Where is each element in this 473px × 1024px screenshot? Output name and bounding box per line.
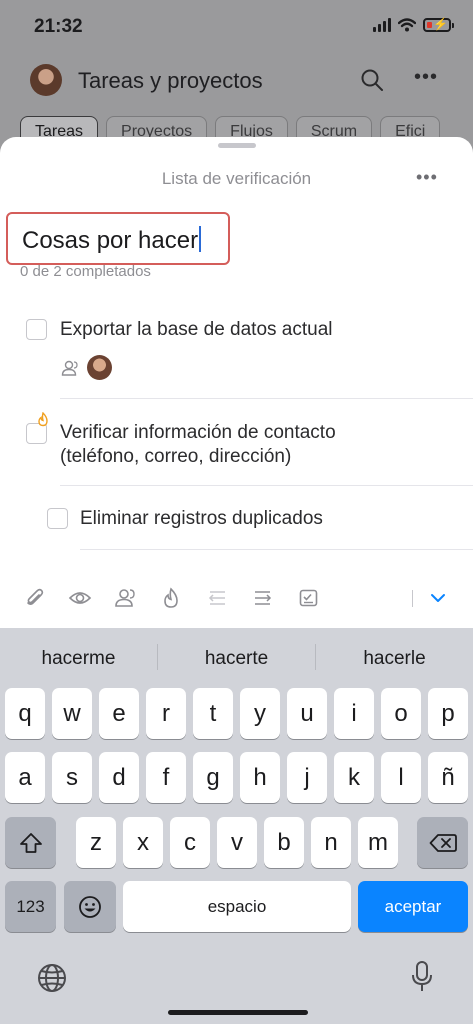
suggestion-1[interactable]: hacerme — [0, 648, 157, 670]
item-checkbox[interactable] — [26, 319, 47, 340]
status-time: 21:32 — [34, 16, 83, 37]
battery-low-charging-icon: ⚡ — [423, 17, 454, 32]
checklist-edit-icon[interactable] — [298, 587, 320, 609]
key-e[interactable]: e — [99, 688, 139, 739]
key-u[interactable]: u — [287, 688, 327, 739]
avatar — [87, 355, 112, 380]
text-caret — [199, 226, 202, 252]
key-t[interactable]: t — [193, 688, 233, 739]
key-s[interactable]: s — [52, 752, 92, 803]
avatar[interactable] — [30, 64, 62, 96]
key-k[interactable]: k — [334, 752, 374, 803]
key-c[interactable]: c — [170, 817, 210, 868]
key-a[interactable]: a — [5, 752, 45, 803]
item-text-line1: Verificar información de contacto — [60, 422, 336, 443]
key-o[interactable]: o — [381, 688, 421, 739]
checklist-sheet: Lista de verificación ••• Cosas por hace… — [0, 137, 473, 637]
toolbar-separator — [412, 590, 413, 607]
outdent-icon[interactable] — [206, 587, 228, 609]
shift-key[interactable] — [5, 817, 56, 868]
emoji-key[interactable] — [64, 881, 116, 932]
key-y[interactable]: y — [240, 688, 280, 739]
globe-icon[interactable] — [36, 962, 68, 994]
key-f[interactable]: f — [146, 752, 186, 803]
key-w[interactable]: w — [52, 688, 92, 739]
page-title: Tareas y proyectos — [78, 68, 263, 93]
status-bar: 21:32 ⚡ — [0, 0, 473, 56]
microphone-icon[interactable] — [411, 960, 433, 994]
key-m[interactable]: m — [358, 817, 398, 868]
wifi-icon — [398, 18, 416, 32]
status-icons: ⚡ — [373, 17, 454, 32]
key-v[interactable]: v — [217, 817, 257, 868]
divider — [60, 398, 473, 399]
suggestion-3[interactable]: hacerle — [316, 648, 473, 670]
item-checkbox[interactable] — [47, 508, 68, 529]
item-toolbar — [0, 583, 473, 615]
space-key[interactable]: espacio — [123, 881, 351, 932]
key-q[interactable]: q — [5, 688, 45, 739]
key-l[interactable]: l — [381, 752, 421, 803]
more-options-icon[interactable]: ••• — [416, 167, 438, 188]
emoji-icon — [79, 895, 101, 918]
home-indicator[interactable] — [168, 1010, 308, 1015]
sheet-title: Lista de verificación — [161, 169, 312, 188]
key-g[interactable]: g — [193, 752, 233, 803]
key-z[interactable]: z — [76, 817, 116, 868]
key-x[interactable]: x — [123, 817, 163, 868]
key-i[interactable]: i — [334, 688, 374, 739]
backspace-icon — [429, 833, 457, 852]
people-icon — [61, 360, 78, 376]
flame-icon — [38, 412, 48, 427]
checklist-item-text[interactable]: Exportar la base de datos actual — [60, 318, 333, 342]
checklist-title-input[interactable]: Cosas por hacer — [6, 212, 230, 265]
item-text-line2: (teléfono, correo, dirección) — [60, 446, 292, 467]
keyboard: hacerme hacerte hacerle q w e r t y u i … — [0, 628, 473, 1024]
item-assignees[interactable] — [61, 355, 112, 380]
suggestion-2[interactable]: hacerte — [158, 648, 315, 670]
numbers-key[interactable]: 123 — [5, 881, 56, 932]
progress-text: 0 de 2 completados — [20, 263, 151, 280]
key-n-tilde[interactable]: ñ — [428, 752, 468, 803]
delete-key[interactable] — [417, 817, 468, 868]
key-n[interactable]: n — [311, 817, 351, 868]
key-j[interactable]: j — [287, 752, 327, 803]
app-header: Tareas y proyectos ••• — [0, 58, 473, 106]
divider — [60, 485, 473, 486]
people-icon[interactable] — [114, 587, 138, 609]
more-options-icon[interactable]: ••• — [414, 66, 438, 89]
attach-icon[interactable] — [24, 587, 46, 609]
sheet-grabber[interactable] — [218, 143, 256, 148]
search-icon[interactable] — [360, 68, 384, 92]
key-h[interactable]: h — [240, 752, 280, 803]
key-b[interactable]: b — [264, 817, 304, 868]
key-r[interactable]: r — [146, 688, 186, 739]
key-p[interactable]: p — [428, 688, 468, 739]
return-key[interactable]: aceptar — [358, 881, 468, 932]
key-d[interactable]: d — [99, 752, 139, 803]
suggestion-bar: hacerme hacerte hacerle — [0, 628, 473, 686]
shift-icon — [19, 832, 42, 853]
flame-icon[interactable] — [161, 587, 181, 609]
indent-icon[interactable] — [252, 587, 274, 609]
checklist-item-text[interactable]: Verificar información de contacto (teléf… — [60, 421, 336, 469]
checklist-item-text[interactable]: Eliminar registros duplicados — [80, 507, 323, 531]
signal-icon — [373, 18, 391, 32]
eye-icon[interactable] — [68, 587, 92, 609]
checklist-title-text: Cosas por hacer — [22, 227, 199, 254]
divider — [80, 549, 473, 550]
chevron-down-icon[interactable] — [428, 589, 448, 607]
